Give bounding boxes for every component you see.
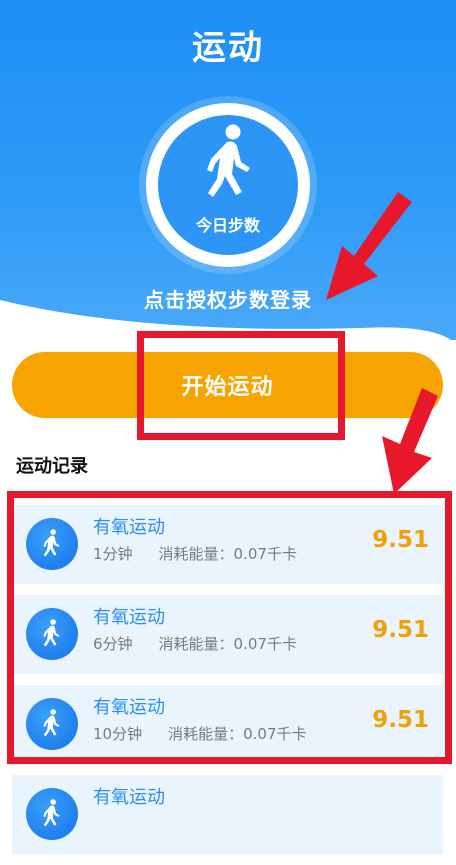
list-item[interactable]: 有氧运动 [12, 775, 443, 854]
list-item[interactable]: 有氧运动 6分钟 消耗能量：0.07千卡 9.51 [12, 595, 443, 674]
record-name: 有氧运动 [93, 517, 165, 538]
record-name: 有氧运动 [93, 787, 165, 808]
start-exercise-button[interactable]: 开始运动 [12, 352, 443, 418]
walking-person-icon [207, 124, 250, 197]
record-meta [93, 813, 119, 831]
record-duration: 10分钟 [93, 725, 143, 743]
record-duration: 1分钟 [93, 545, 133, 563]
page-title: 运动 [192, 28, 264, 68]
record-name: 有氧运动 [93, 697, 165, 718]
list-item[interactable]: 有氧运动 1分钟 消耗能量：0.07千卡 9.51 [12, 505, 443, 584]
record-value: 9.51 [372, 617, 429, 643]
walking-person-icon [26, 788, 78, 840]
record-energy: 消耗能量：0.07千卡 [158, 635, 297, 653]
walking-person-icon [26, 518, 78, 570]
records-section-title: 运动记录 [16, 456, 88, 477]
exercise-record-list: 有氧运动 1分钟 消耗能量：0.07千卡 9.51 有氧运动 6分钟 消耗能量：0.… [12, 505, 443, 865]
record-meta: 1分钟 消耗能量：0.07千卡 [93, 543, 297, 564]
record-value: 9.51 [372, 707, 429, 733]
list-item[interactable]: 有氧运动 10分钟 消耗能量：0.07千卡 9.51 [12, 685, 443, 764]
walking-person-icon [26, 698, 78, 750]
record-energy: 消耗能量：0.07千卡 [168, 725, 307, 743]
record-name: 有氧运动 [93, 607, 165, 628]
today-steps-label: 今日步数 [195, 216, 260, 235]
record-value: 9.51 [372, 527, 429, 553]
hero-header: 运动 今日步数 点击授权步数登录 [0, 0, 456, 340]
record-duration: 6分钟 [93, 635, 133, 653]
record-meta: 6分钟 消耗能量：0.07千卡 [93, 633, 297, 654]
hero-curve [0, 300, 456, 360]
record-energy: 消耗能量：0.07千卡 [158, 545, 297, 563]
record-meta: 10分钟 消耗能量：0.07千卡 [93, 723, 307, 744]
start-exercise-label: 开始运动 [181, 375, 274, 400]
walking-person-icon [26, 608, 78, 660]
